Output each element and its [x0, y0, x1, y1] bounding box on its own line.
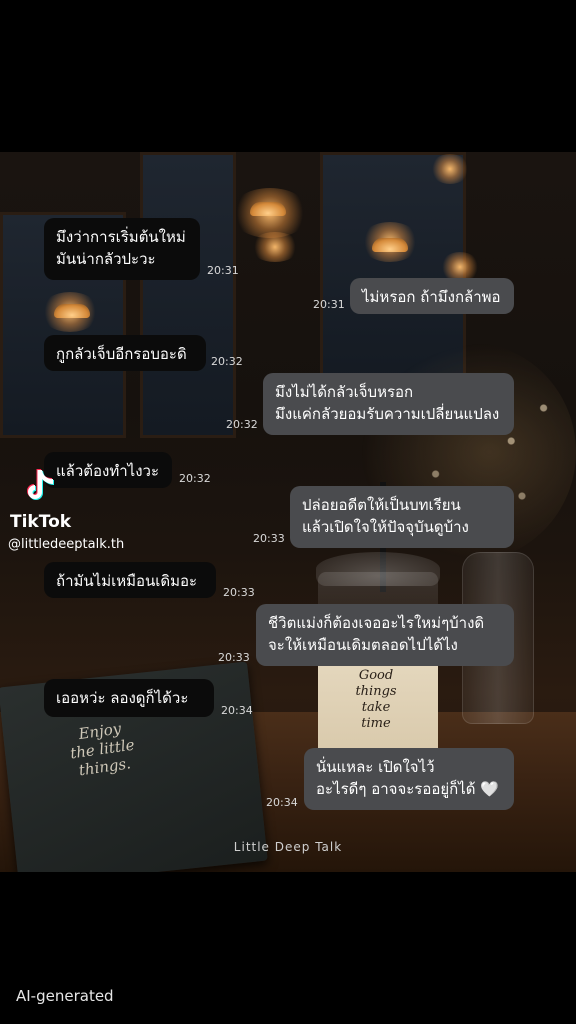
notebook-text: Enjoy the little things. [69, 719, 136, 780]
pendant-lamp [372, 238, 408, 252]
message-time: 20:33 [253, 532, 285, 545]
chat-bubble-right: นั่นแหละ เปิดใจไว้ อะไรดีๆ อาจจะรออยู่ก็… [304, 748, 514, 810]
message-time: 20:32 [179, 472, 211, 485]
message-time: 20:32 [211, 355, 243, 368]
message-time: 20:33 [223, 586, 255, 599]
tiktok-note-icon [27, 469, 54, 500]
chat-bubble-left: มึงว่าการเริ่มต้นใหม่ มันน่ากลัวปะวะ [44, 218, 200, 280]
message-time: 20:33 [218, 651, 250, 664]
video-frame: Enjoy the little things. Good things tak… [0, 0, 576, 1024]
lamp-glow [430, 154, 470, 184]
message-time: 20:32 [226, 418, 258, 431]
chat-bubble-right: ไม่หรอก ถ้ามึงกล้าพอ [350, 278, 514, 314]
window-pane [140, 152, 236, 438]
chat-bubble-right: มึงไม่ได้กลัวเจ็บหรอก มึงแค่กลัวยอมรับคว… [263, 373, 514, 435]
message-time: 20:34 [221, 704, 253, 717]
pendant-lamp [250, 202, 286, 216]
tiktok-brand-label: TikTok [10, 512, 72, 532]
chat-bubble-left: ถ้ามันไม่เหมือนเดิมอะ [44, 562, 216, 598]
chat-bubble-left: กูกลัวเจ็บอีกรอบอะดิ [44, 335, 206, 371]
chat-bubble-right: ปล่อยอดีตให้เป็นบทเรียน แล้วเปิดใจให้ปัจ… [290, 486, 514, 548]
ai-generated-label: AI-generated [16, 987, 114, 1005]
coffee-cup [318, 572, 438, 762]
message-time: 20:31 [207, 264, 239, 277]
lamp-glow [250, 232, 300, 262]
chat-bubble-left: เออหว่ะ ลองดูก็ได้วะ [44, 679, 214, 717]
pendant-lamp [54, 304, 90, 318]
tiktok-handle: @littledeeptalk.th [8, 537, 125, 552]
chat-bubble-right: ชีวิตแม่งก็ต้องเจออะไรใหม่ๆบ้างดิ จะให้เ… [256, 604, 514, 666]
message-time: 20:31 [313, 298, 345, 311]
cup-text: Good things take time [355, 668, 397, 731]
credit-text: Little Deep Talk [233, 840, 343, 854]
message-time: 20:34 [266, 796, 298, 809]
